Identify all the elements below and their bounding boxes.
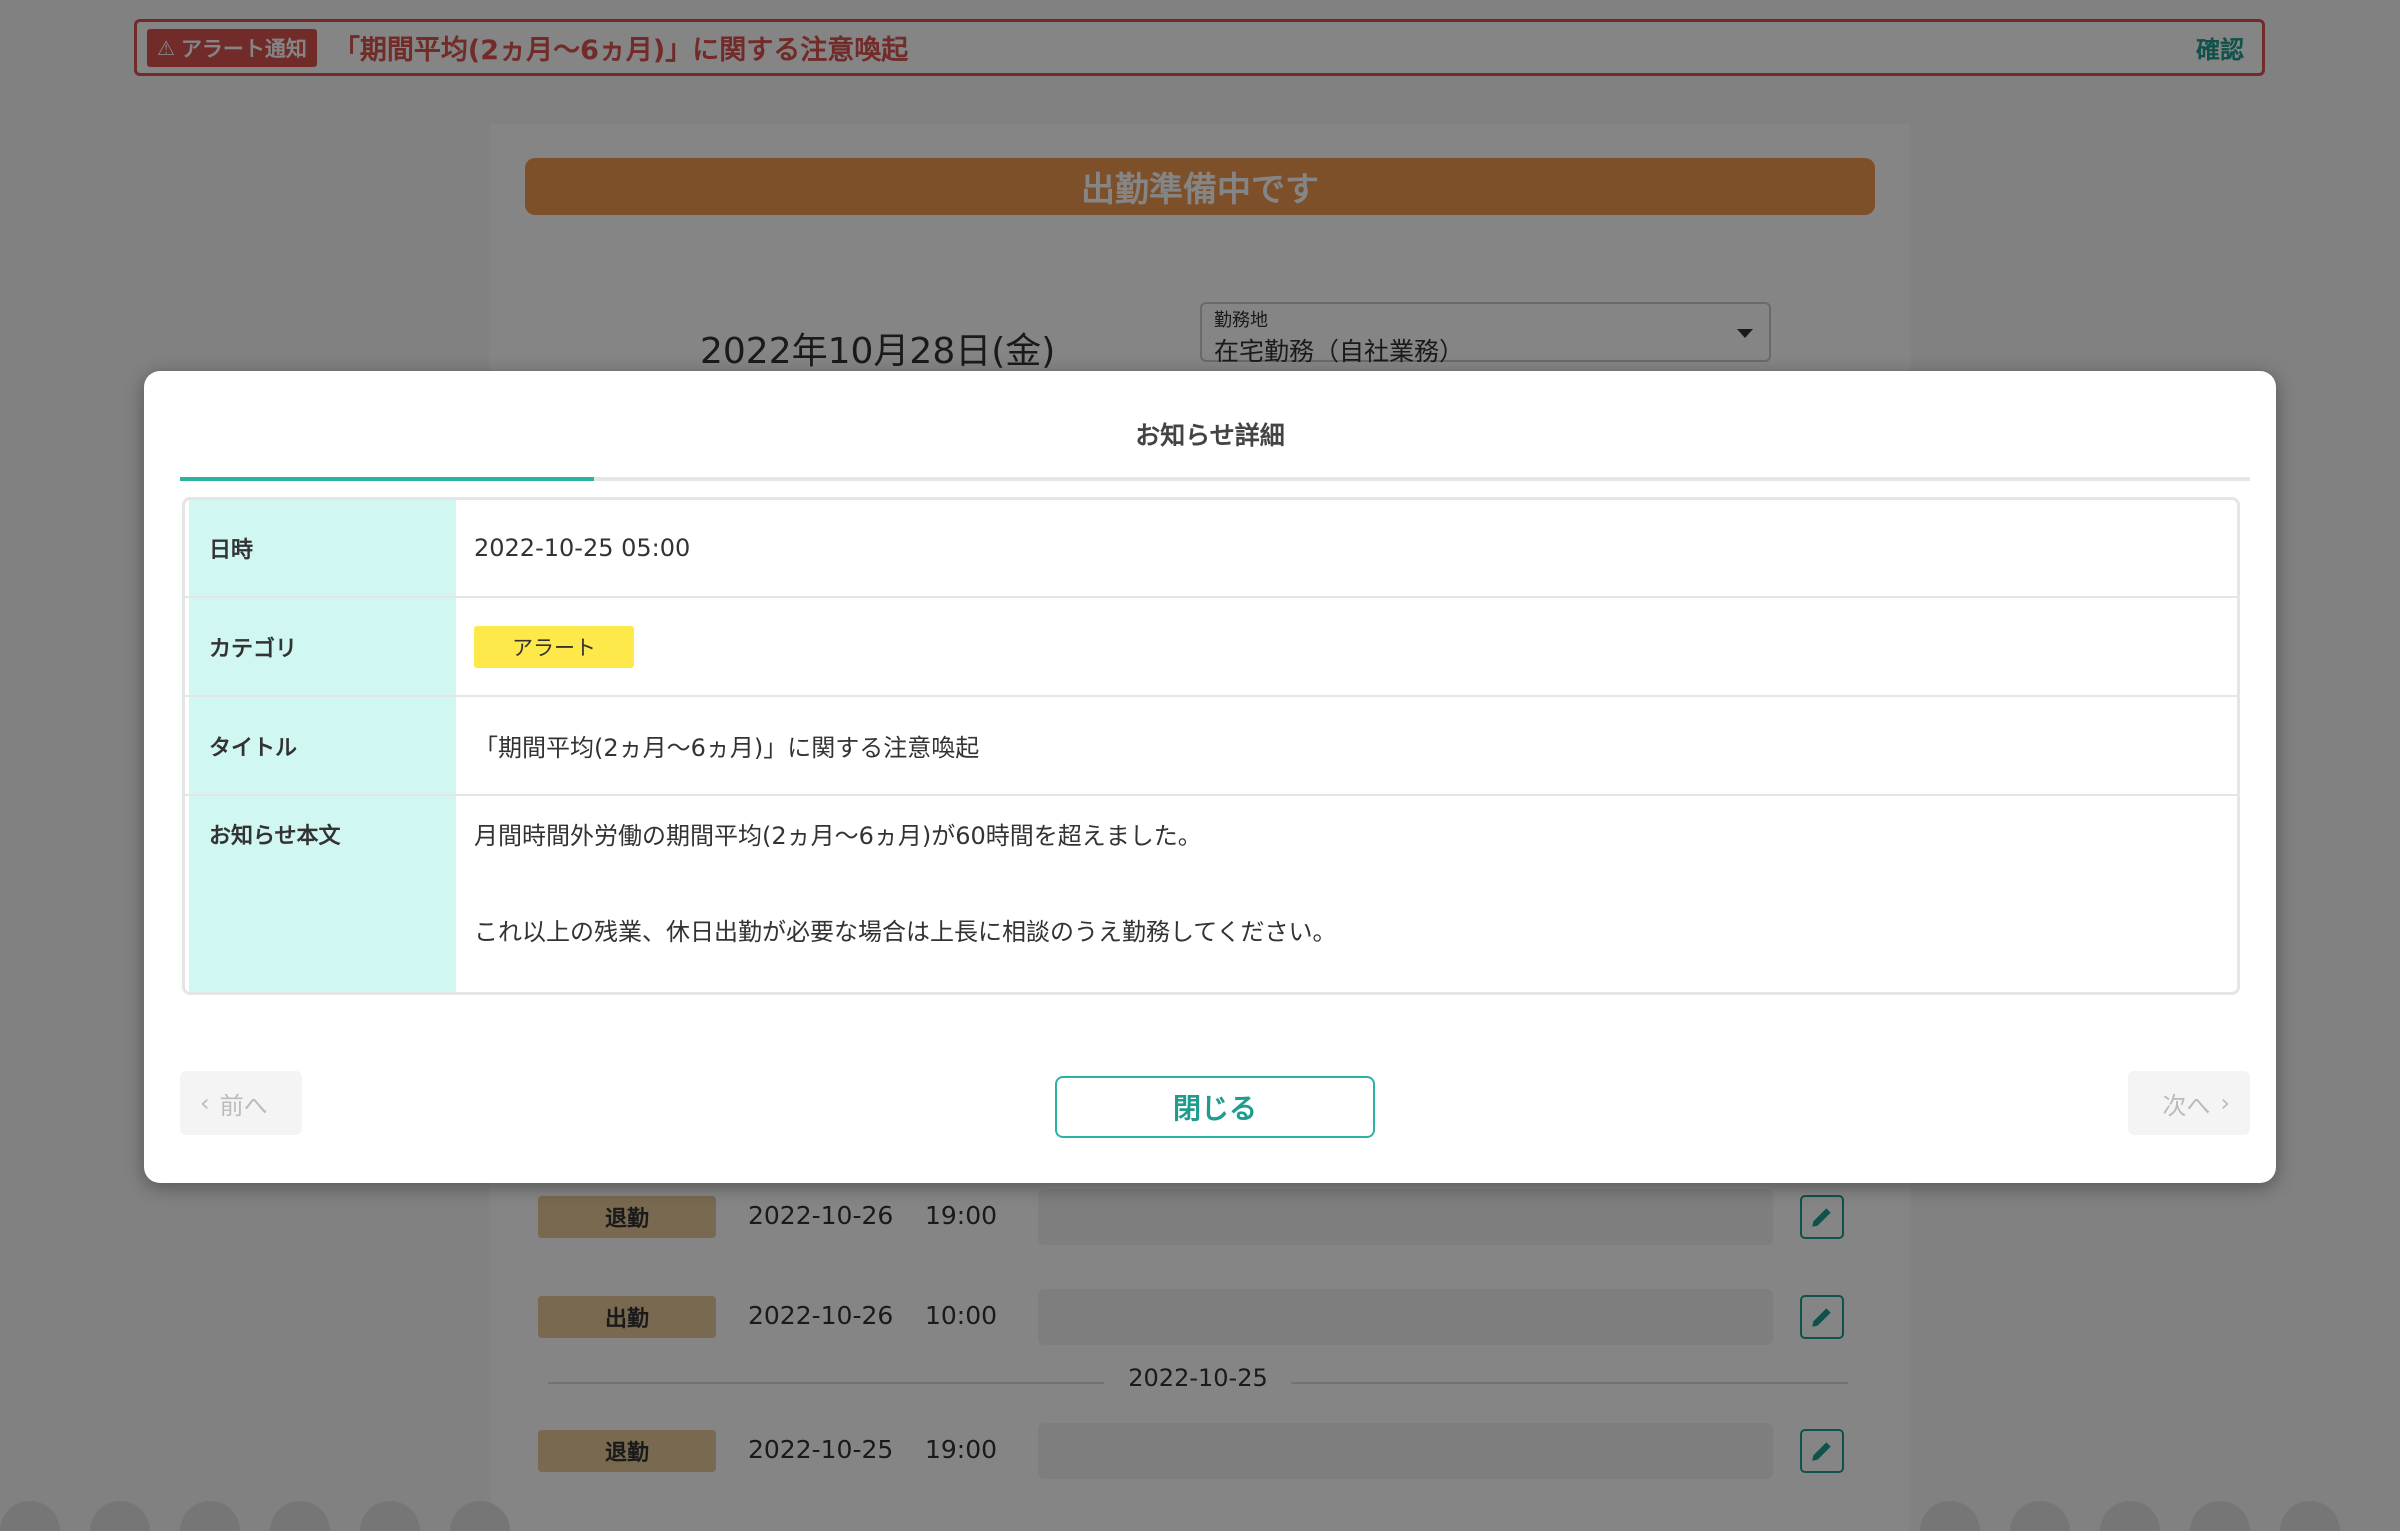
chevron-left-icon: ‹ bbox=[200, 1089, 210, 1117]
prev-label: 前へ bbox=[219, 1091, 268, 1120]
prev-button[interactable]: ‹ 前へ bbox=[180, 1071, 302, 1135]
table-row: タイトル 「期間平均(2ヵ月〜6ヵ月)」に関する注意喚起 bbox=[185, 697, 2237, 796]
body-value: 月間時間外労働の期間平均(2ヵ月〜6ヵ月)が60時間を超えました。 これ以上の残… bbox=[456, 796, 2237, 992]
title-value: 「期間平均(2ヵ月〜6ヵ月)」に関する注意喚起 bbox=[474, 734, 980, 762]
category-badge: アラート bbox=[474, 625, 634, 668]
active-tab-underline bbox=[180, 477, 594, 481]
body-line: これ以上の残業、休日出勤が必要な場合は上長に相談のうえ勤務してください。 bbox=[474, 918, 1337, 946]
notice-detail-modal: お知らせ詳細 日時 2022-10-25 05:00 カテゴリ アラート タイト… bbox=[144, 371, 2276, 1183]
next-label: 次へ bbox=[2162, 1091, 2211, 1120]
datetime-label: 日時 bbox=[189, 500, 456, 596]
table-row: 日時 2022-10-25 05:00 bbox=[185, 500, 2237, 598]
chevron-right-icon: › bbox=[2220, 1089, 2230, 1117]
table-row: カテゴリ アラート bbox=[185, 598, 2237, 697]
title-label: タイトル bbox=[189, 697, 456, 794]
body-line: 月間時間外労働の期間平均(2ヵ月〜6ヵ月)が60時間を超えました。 bbox=[474, 822, 1202, 850]
category-label: カテゴリ bbox=[189, 598, 456, 695]
notice-detail-table: 日時 2022-10-25 05:00 カテゴリ アラート タイトル 「期間平均… bbox=[182, 497, 2240, 995]
next-button[interactable]: 次へ › bbox=[2128, 1071, 2250, 1135]
body-label: お知らせ本文 bbox=[189, 796, 456, 992]
datetime-value: 2022-10-25 05:00 bbox=[474, 534, 691, 562]
modal-title: お知らせ詳細 bbox=[1135, 421, 1285, 450]
table-row: お知らせ本文 月間時間外労働の期間平均(2ヵ月〜6ヵ月)が60時間を超えました。… bbox=[185, 796, 2237, 992]
close-button[interactable]: 閉じる bbox=[1055, 1076, 1375, 1138]
modal-tab-indicator bbox=[180, 477, 2250, 481]
